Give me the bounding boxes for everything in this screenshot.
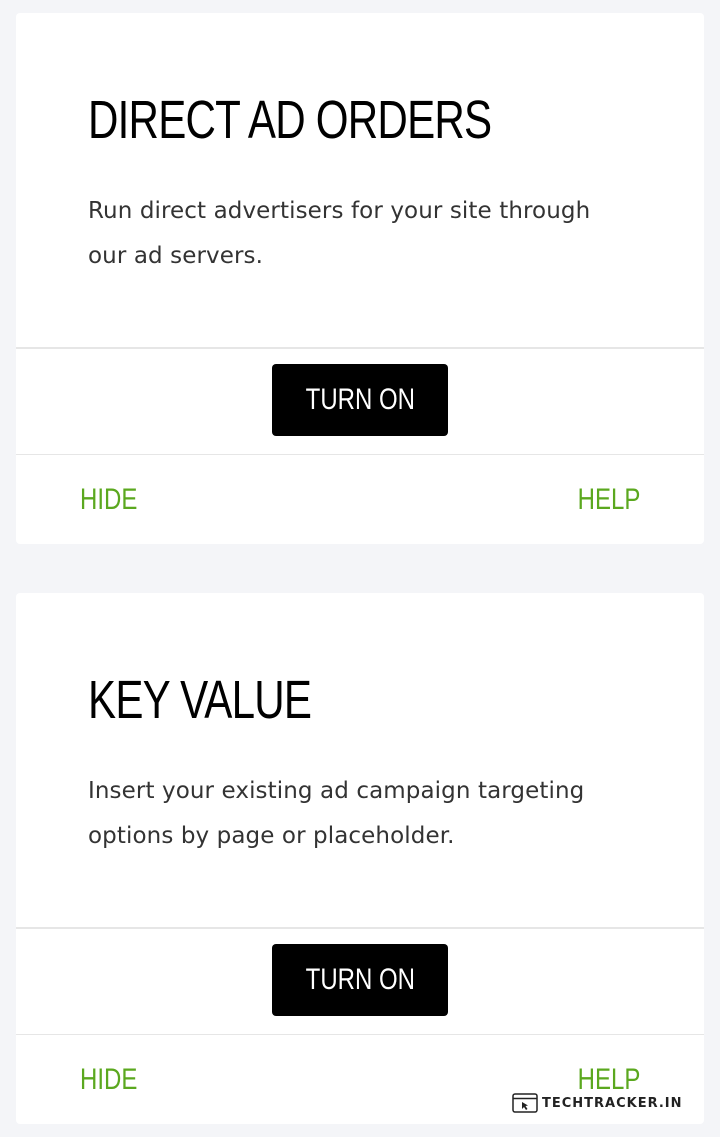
hide-link[interactable]: HIDE [80, 483, 137, 517]
card-body: DIRECT AD ORDERS Run direct advertisers … [16, 13, 704, 349]
card-action-row: TURN ON [16, 349, 704, 455]
card-description: Run direct advertisers for your site thr… [88, 198, 591, 269]
watermark: TECHTRACKER.IN [512, 1091, 683, 1115]
browser-window-icon [512, 1093, 538, 1113]
turn-on-button-label: TURN ON [305, 962, 415, 996]
turn-on-button-label: TURN ON [305, 382, 415, 416]
watermark-text: TECHTRACKER.IN [542, 1095, 683, 1111]
help-link[interactable]: HELP [577, 483, 640, 517]
card-body: KEY VALUE Insert your existing ad campai… [16, 593, 704, 929]
card-description: Insert your existing ad campaign targeti… [88, 778, 585, 849]
card-title: KEY VALUE [88, 670, 312, 730]
hide-link[interactable]: HIDE [80, 1063, 137, 1097]
turn-on-button[interactable]: TURN ON [272, 943, 448, 1016]
card-action-row: TURN ON [16, 929, 704, 1035]
card-title: DIRECT AD ORDERS [88, 90, 492, 150]
direct-ad-orders-card: DIRECT AD ORDERS Run direct advertisers … [16, 13, 704, 544]
turn-on-button[interactable]: TURN ON [272, 363, 448, 436]
key-value-card: KEY VALUE Insert your existing ad campai… [16, 593, 704, 1124]
card-footer: HIDE HELP [16, 455, 704, 544]
